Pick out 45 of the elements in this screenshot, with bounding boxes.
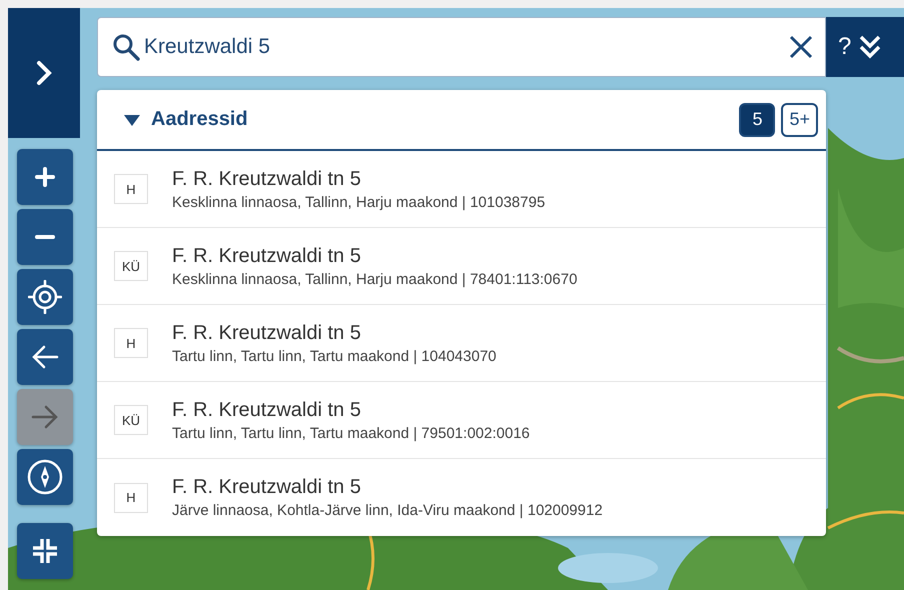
count-toggle[interactable]: 5+ xyxy=(781,102,818,136)
minus-icon xyxy=(34,234,56,240)
result-item[interactable]: KÜ F. R. Kreutzwaldi tn 5 Tartu linn, Tartu linn, Tartu maakond | 79501:002:0016 xyxy=(97,382,826,459)
address-detail: Järve linnaosa, Kohtla-Järve linn, Ida-Viru maakond | 102009912 xyxy=(172,502,603,519)
address-detail: Tartu linn, Tartu linn, Tartu maakond | 79501:002:0016 xyxy=(172,424,530,442)
type-tag: H xyxy=(114,482,148,512)
address-title: F. R. Kreutzwaldi tn 5 xyxy=(172,168,362,190)
type-tag: KÜ xyxy=(114,251,148,281)
address-detail: Kesklinna linnaosa, Tallinn, Harju maakond | 101038795 xyxy=(172,194,546,210)
arrow-right-icon xyxy=(31,405,59,429)
address-title: F. R. Kreutzwaldi tn 5 xyxy=(172,244,362,268)
double-chevron-down-icon xyxy=(859,34,882,60)
zoom-out-button[interactable] xyxy=(17,209,73,265)
compass-icon xyxy=(27,459,63,495)
result-item[interactable]: H F. R. Kreutzwaldi tn 5 Järve linnaosa, Kohtla-Järve linn, Ida-Viru maakond | 102009912 xyxy=(97,459,826,536)
search-icon xyxy=(112,33,140,61)
arrow-left-icon xyxy=(31,345,59,369)
result-item[interactable]: KÜ F. R. Kreutzwaldi tn 5 Kesklinna linnaosa, Tallinn, Harju maakond | 78401:113:0670 xyxy=(97,228,826,305)
address-title: F. R. Kreutzwaldi tn 5 xyxy=(172,398,362,422)
back-button[interactable] xyxy=(17,329,73,385)
zoom-in-button[interactable] xyxy=(17,149,73,205)
address-detail: Kesklinna linnaosa, Tallinn, Harju maakond | 78401:113:0670 xyxy=(172,270,578,288)
chevron-right-icon xyxy=(36,60,52,86)
locate-button[interactable] xyxy=(17,269,73,325)
address-title: F. R. Kreutzwaldi tn 5 xyxy=(172,476,362,499)
close-icon xyxy=(789,35,813,59)
more-button[interactable] xyxy=(859,34,882,60)
help-button[interactable]: ? xyxy=(838,33,852,61)
address-title: F. R. Kreutzwaldi tn 5 xyxy=(172,322,362,344)
section-title: Aadressid xyxy=(151,108,249,131)
plus-icon xyxy=(34,166,56,188)
type-tag: H xyxy=(114,328,148,358)
target-icon xyxy=(28,280,62,314)
count-toggle[interactable]: 5 xyxy=(739,102,776,136)
address-detail: Tartu linn, Tartu linn, Tartu maakond | 104043070 xyxy=(172,348,496,364)
collapse-icon xyxy=(31,537,59,565)
result-item[interactable]: H F. R. Kreutzwaldi tn 5 Kesklinna linnaosa, Tallinn, Harju maakond | 101038795 xyxy=(97,151,826,228)
collapse-button[interactable] xyxy=(17,523,73,579)
type-tag: KÜ xyxy=(114,405,148,435)
compass-button[interactable] xyxy=(17,449,73,505)
type-tag: H xyxy=(114,174,148,204)
result-item[interactable]: H F. R. Kreutzwaldi tn 5 Tartu linn, Tartu linn, Tartu maakond | 104043070 xyxy=(97,305,826,382)
search-field[interactable]: Kreutzwaldi 5 xyxy=(144,35,785,59)
clear-button[interactable] xyxy=(789,35,813,59)
search-bar[interactable]: Kreutzwaldi 5 xyxy=(97,17,826,77)
